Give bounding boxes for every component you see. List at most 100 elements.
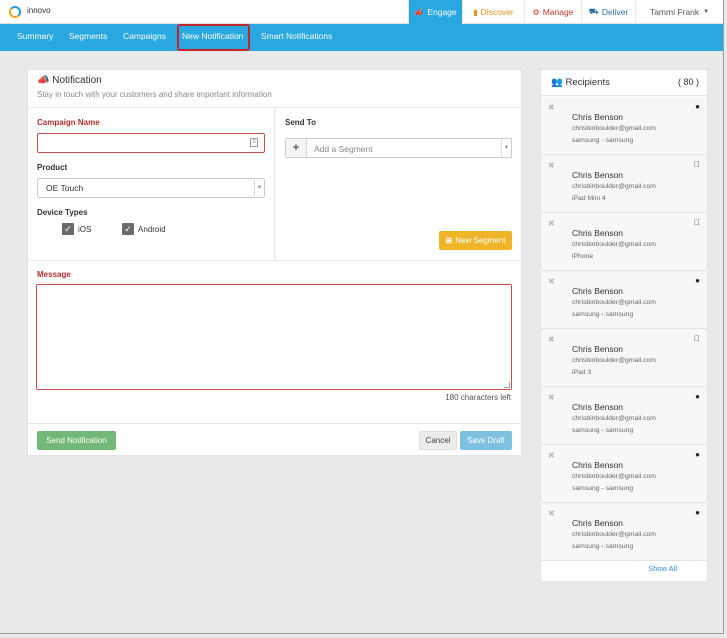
recipient-name: Chris Benson (572, 228, 624, 238)
android-icon: ● (695, 276, 700, 285)
chevron-down-icon: ▼ (254, 179, 264, 197)
remove-icon[interactable]: ✖ (548, 103, 555, 112)
remove-icon[interactable]: ✖ (548, 277, 555, 286)
message-textarea[interactable] (36, 284, 512, 390)
recipient-device: iPhone (572, 253, 594, 260)
apple-icon:  (694, 334, 700, 343)
product-value: OE Touch (46, 183, 84, 193)
ios-checkbox[interactable]: ✓ (62, 223, 74, 235)
campaign-name-input[interactable]: ≡ (37, 133, 265, 153)
notification-card: 📣 Notification Stay in touch with your c… (27, 69, 522, 456)
card-header: 📣 Notification Stay in touch with your c… (28, 70, 521, 108)
android-checkbox[interactable]: ✓ (122, 223, 134, 235)
remove-icon[interactable]: ✖ (548, 161, 555, 170)
message-label: Message (37, 270, 71, 279)
tab-campaigns[interactable]: Campaigns (123, 31, 166, 41)
ios-label: iOS (78, 225, 92, 234)
remove-icon[interactable]: ✖ (548, 509, 555, 518)
recipient-device: samsung - samsung (572, 543, 634, 550)
send-notification-button[interactable]: Send Notification (37, 431, 116, 450)
recipients-title: 👥 Recipients (551, 77, 610, 88)
campaign-name-label: Campaign Name (37, 118, 100, 127)
nav-deliver[interactable]: ⛟ Deliver (581, 0, 635, 24)
recipient-device: iPad 3 (572, 369, 592, 376)
recipient-name: Chris Benson (572, 170, 624, 180)
show-all-link[interactable]: Show All (541, 564, 707, 573)
footer-divider (28, 423, 521, 424)
segment-placeholder: Add a Segment (314, 144, 373, 154)
horizontal-divider (28, 260, 521, 261)
keyboard-icon: ≡ (250, 138, 258, 147)
plus-square-icon: ⊞ (445, 236, 453, 245)
android-icon: ● (695, 392, 700, 401)
new-segment-button[interactable]: ⊞ New Segment (439, 231, 512, 250)
recipient-email: chrisbinboulder@gmail.com (572, 241, 656, 248)
nav-deliver-label: Deliver (601, 7, 629, 17)
card-title-text: Notification (52, 75, 102, 86)
tab-smart-notifications[interactable]: Smart Notifications (261, 31, 332, 41)
recipient-name: Chris Benson (572, 112, 624, 122)
nav-manage-label: Manage (542, 7, 574, 17)
remove-icon[interactable]: ✖ (548, 451, 555, 460)
recipient-name: Chris Benson (572, 402, 624, 412)
megaphone-icon: 📣 (414, 7, 425, 17)
nav-manage[interactable]: ⚙ Manage (524, 0, 581, 24)
nav-engage[interactable]: 📣 Engage (408, 0, 462, 24)
gear-icon: ⚙ (532, 7, 540, 17)
tab-segments[interactable]: Segments (69, 31, 107, 41)
send-to-label: Send To (285, 118, 316, 127)
apple-icon:  (694, 160, 700, 169)
card-title: 📣 Notification (37, 75, 102, 86)
top-nav: 📣 Engage ▮ Discover ⚙ Manage ⛟ Deliver T… (408, 0, 723, 24)
segment-select[interactable]: + Add a Segment ▼ (285, 138, 512, 158)
recipient-name: Chris Benson (572, 518, 624, 528)
apple-icon:  (694, 218, 700, 227)
recipient-device: iPad Mini 4 (572, 195, 606, 202)
recipient-email: chrisbinboulder@gmail.com (572, 125, 656, 132)
recipients-title-text: Recipients (565, 77, 610, 88)
chevron-down-icon: ▼ (501, 139, 511, 157)
new-segment-label: New Segment (455, 236, 506, 245)
recipient-device: samsung - samsung (572, 137, 634, 144)
card-subtitle: Stay in touch with your customers and sh… (37, 90, 272, 99)
top-bar: innovo 📣 Engage ▮ Discover ⚙ Manage ⛟ De… (0, 0, 723, 24)
recipients-count: ( 80 ) (677, 77, 699, 87)
recipient-email: chrisbinboulder@gmail.com (572, 473, 656, 480)
truck-icon: ⛟ (588, 7, 599, 16)
sub-nav: Summary Segments Campaigns New Notificat… (0, 24, 723, 51)
remove-icon[interactable]: ✖ (548, 219, 555, 228)
recipient-row: ✖ ● Chris Benson chrisbinboulder@gmail.c… (541, 97, 707, 155)
recipient-device: samsung - samsung (572, 427, 634, 434)
recipient-email: chrisbinboulder@gmail.com (572, 357, 656, 364)
remove-icon[interactable]: ✖ (548, 393, 555, 402)
recipients-panel: 👥 Recipients ( 80 ) ✖ ● Chris Benson chr… (540, 69, 708, 582)
recipient-email: chrisbinboulder@gmail.com (572, 531, 656, 538)
app-frame: innovo 📣 Engage ▮ Discover ⚙ Manage ⛟ De… (0, 0, 724, 634)
recipient-name: Chris Benson (572, 460, 624, 470)
tab-summary[interactable]: Summary (17, 31, 53, 41)
recipient-row: ✖ ● Chris Benson chrisbinboulder@gmail.c… (541, 271, 707, 329)
recipient-row: ✖  Chris Benson chrisbinboulder@gmail.c… (541, 213, 707, 271)
recipient-email: chrisbinboulder@gmail.com (572, 299, 656, 306)
save-draft-button[interactable]: Save Draft (460, 431, 512, 450)
recipient-device: samsung - samsung (572, 485, 634, 492)
active-tab-highlight (177, 24, 250, 51)
plus-icon[interactable]: + (286, 139, 307, 157)
resize-grip-icon[interactable] (504, 382, 510, 388)
recipient-email: chrisbinboulder@gmail.com (572, 415, 656, 422)
recipient-row: ✖ ● Chris Benson chrisbinboulder@gmail.c… (541, 387, 707, 445)
product-label: Product (37, 163, 68, 172)
users-icon: 👥 (551, 77, 563, 88)
recipient-row: ✖  Chris Benson chrisbinboulder@gmail.c… (541, 329, 707, 387)
cancel-button[interactable]: Cancel (419, 431, 457, 450)
recipient-name: Chris Benson (572, 286, 624, 296)
recipients-header: 👥 Recipients ( 80 ) (541, 70, 707, 96)
user-menu[interactable]: Tammi Frank ▼ (635, 0, 723, 24)
remove-icon[interactable]: ✖ (548, 335, 555, 344)
recipient-row: ✖  Chris Benson chrisbinboulder@gmail.c… (541, 155, 707, 213)
brand-name: innovo (27, 6, 51, 15)
recipient-device: samsung - samsung (572, 311, 634, 318)
product-select[interactable]: OE Touch ▼ (37, 178, 265, 198)
device-types-label: Device Types (37, 208, 88, 217)
nav-discover[interactable]: ▮ Discover (462, 0, 524, 24)
